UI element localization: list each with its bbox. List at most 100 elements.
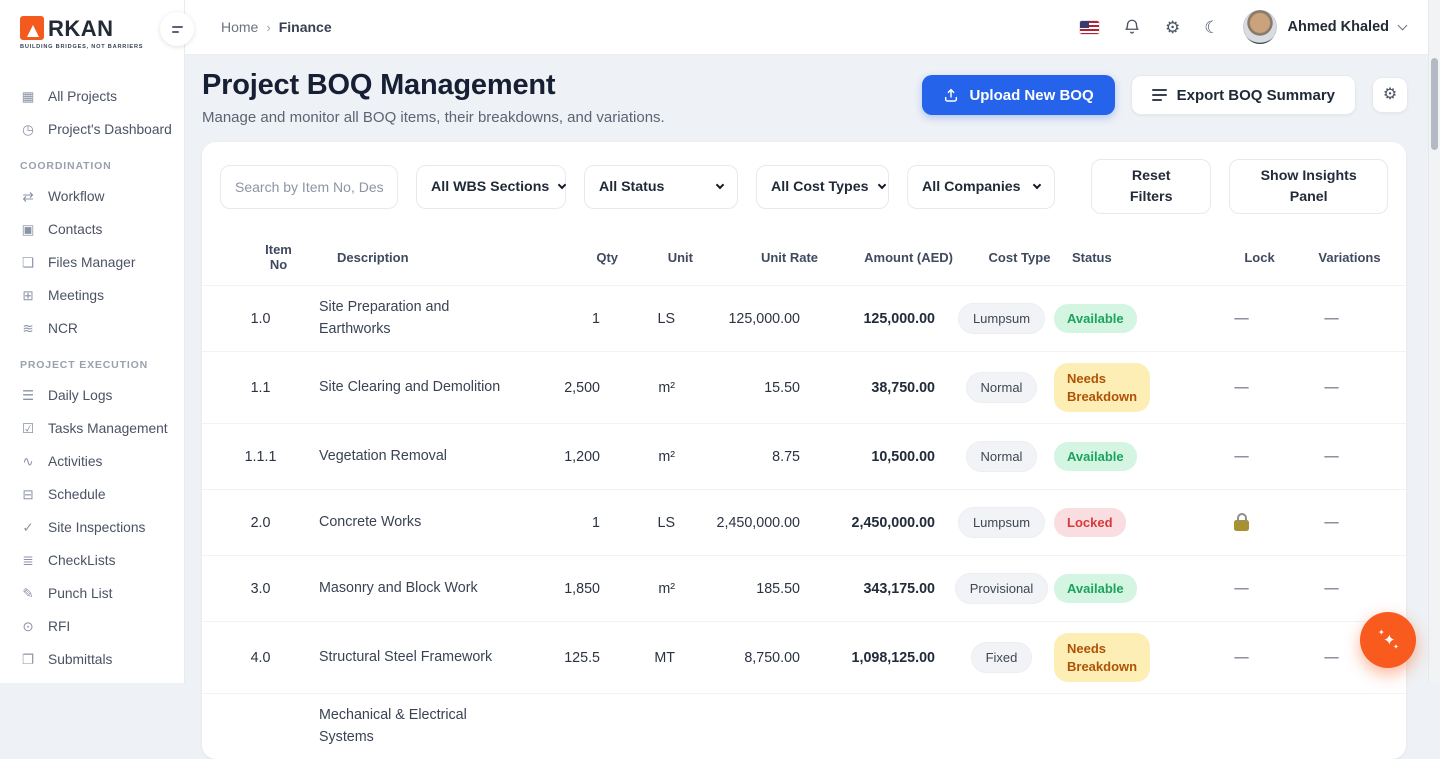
notifications-button[interactable] <box>1123 18 1141 36</box>
brand-mark-icon <box>20 16 44 40</box>
dark-mode-toggle[interactable]: ☾ <box>1204 19 1219 36</box>
cost-type-pill: Provisional <box>955 573 1049 604</box>
cell-qty: 125.5 <box>519 650 614 666</box>
cost-type-pill: Lumpsum <box>958 507 1045 538</box>
upload-new-boq-label: Upload New BOQ <box>969 87 1093 104</box>
sidebar-item-punch-list[interactable]: ✎Punch List <box>20 577 174 610</box>
gear-icon: ⚙ <box>1383 87 1397 103</box>
language-flag-icon[interactable] <box>1080 21 1099 34</box>
filter-select-wbs[interactable]: All WBS Sections <box>416 165 566 209</box>
column-header-lock: Lock <box>1212 250 1307 265</box>
sidebar-item-workflow[interactable]: ⇄Workflow <box>20 180 174 213</box>
show-insights-panel-button[interactable]: Show Insights Panel <box>1229 159 1388 214</box>
chevron-down-icon <box>877 181 885 189</box>
table-row[interactable]: 3.0Masonry and Block Work1,850m²185.5034… <box>202 555 1406 621</box>
table-row[interactable]: 2.0Concrete Works1LS2,450,000.002,450,00… <box>202 489 1406 555</box>
sidebar-item-checklists[interactable]: ≣CheckLists <box>20 544 174 577</box>
sidebar-item-tasks-management[interactable]: ☑Tasks Management <box>20 412 174 445</box>
reset-filters-button[interactable]: Reset Filters <box>1091 159 1211 214</box>
filter-select-companies[interactable]: All Companies <box>907 165 1055 209</box>
column-header-variations: Variations <box>1307 250 1392 265</box>
sidebar-item-project-s-dashboard[interactable]: ◷Project's Dashboard <box>20 113 174 146</box>
ai-assistant-fab[interactable]: ✦ ✦ ✦ <box>1360 612 1416 668</box>
cell-unit-rate: 185.50 <box>689 581 814 597</box>
sidebar-item-files-manager[interactable]: ❏ Files Manager <box>20 246 174 279</box>
page-subtitle: Manage and monitor all BOQ items, their … <box>202 109 665 126</box>
filter-select-value: All WBS Sections <box>431 179 549 195</box>
cost-type-pill: Lumpsum <box>958 303 1045 334</box>
status-badge: Available <box>1054 304 1137 333</box>
cost-type-pill: Normal <box>966 441 1038 472</box>
chevron-down-icon <box>558 181 566 189</box>
sidebar-item-label: CheckLists <box>48 553 115 568</box>
chevron-down-icon <box>716 181 724 189</box>
sidebar-item-label: Project's Dashboard <box>48 122 172 137</box>
status-badge: Available <box>1054 574 1137 603</box>
breadcrumb-home[interactable]: Home <box>221 19 258 35</box>
upload-new-boq-button[interactable]: Upload New BOQ <box>922 75 1114 115</box>
rfi-icon: ⊙ <box>20 620 36 634</box>
cell-qty: 1,200 <box>519 449 614 465</box>
cell-variations: — <box>1289 449 1374 465</box>
sidebar-item-rfi[interactable]: ⊙RFI <box>20 610 174 643</box>
table-row[interactable]: 1.0Site Preparation and Earthworks1LS125… <box>202 285 1406 351</box>
upload-icon <box>943 87 959 103</box>
table-row[interactable]: 4.0Structural Steel Framework125.5MT8,75… <box>202 621 1406 693</box>
cell-cost-type: Lumpsum <box>949 303 1054 334</box>
column-header-status: Status <box>1072 250 1212 265</box>
folder-icon: ❏ <box>20 256 36 270</box>
cell-variations: — <box>1289 581 1374 597</box>
status-badge: Needs Breakdown <box>1054 633 1150 682</box>
table-row[interactable]: 1.1Site Clearing and Demolition2,500m²15… <box>202 351 1406 423</box>
column-header-qty: Qty <box>537 250 632 265</box>
gear-icon: ⚙ <box>1165 19 1180 36</box>
cell-item-no: 1.1 <box>202 380 319 396</box>
sidebar-item-activities[interactable]: ∿Activities <box>20 445 174 478</box>
cell-amount: 343,175.00 <box>814 581 949 597</box>
table-settings-button[interactable]: ⚙ <box>1372 77 1408 113</box>
cell-description: Mechanical & Electrical Systems <box>319 705 519 748</box>
activities-icon: ∿ <box>20 455 36 469</box>
chevron-down-icon <box>1398 20 1408 30</box>
sidebar-item-daily-logs[interactable]: ☰Daily Logs <box>20 379 174 412</box>
dash: — <box>1324 449 1338 465</box>
export-boq-summary-button[interactable]: Export BOQ Summary <box>1131 75 1356 115</box>
scrollbar-track[interactable] <box>1428 0 1440 683</box>
sidebar-item-submittals[interactable]: ❐Submittals <box>20 643 174 676</box>
sidebar-item-contacts[interactable]: ▣Contacts <box>20 213 174 246</box>
cell-status: Locked <box>1054 508 1194 537</box>
column-header-unit-rate: Unit Rate <box>707 250 832 265</box>
user-menu[interactable]: Ahmed Khaled <box>1243 10 1406 44</box>
sidebar-item-site-inspections[interactable]: ✓Site Inspections <box>20 511 174 544</box>
table-row[interactable]: 1.1.1Vegetation Removal1,200m²8.7510,500… <box>202 423 1406 489</box>
table-row[interactable]: Mechanical & Electrical Systems <box>202 693 1406 759</box>
cell-unit: m² <box>614 380 689 396</box>
cell-unit-rate: 125,000.00 <box>689 311 814 327</box>
page-header: Project BOQ Management Manage and monito… <box>185 55 1428 142</box>
cell-amount: 2,450,000.00 <box>814 515 949 531</box>
user-name: Ahmed Khaled <box>1287 19 1389 35</box>
sidebar-item-schedule[interactable]: ⊟Schedule <box>20 478 174 511</box>
cell-lock: — <box>1194 449 1289 465</box>
column-header-cost-type: Cost Type <box>967 250 1072 265</box>
cell-description: Masonry and Block Work <box>319 578 519 599</box>
topbar: Home › Finance ⚙ ☾ Ahmed Khaled <box>185 0 1428 55</box>
submittals-icon: ❐ <box>20 653 36 667</box>
scrollbar-thumb[interactable] <box>1431 58 1438 150</box>
sidebar-item-label: Files Manager <box>48 255 135 270</box>
sidebar-item-ncr[interactable]: ≋NCR <box>20 312 174 345</box>
cell-lock: — <box>1194 581 1289 597</box>
dash: — <box>1324 581 1338 597</box>
search-input[interactable] <box>220 165 398 209</box>
sidebar-item-meetings[interactable]: ⊞Meetings <box>20 279 174 312</box>
bell-icon <box>1123 18 1141 36</box>
settings-button[interactable]: ⚙ <box>1165 19 1180 36</box>
filter-select-value: All Companies <box>922 179 1021 195</box>
sidebar-item-all-projects[interactable]: ▦All Projects <box>20 80 174 113</box>
cell-lock: — <box>1194 650 1289 666</box>
filter-select-cost-types[interactable]: All Cost Types <box>756 165 889 209</box>
filter-select-status[interactable]: All Status <box>584 165 738 209</box>
sidebar-collapse-button[interactable] <box>160 12 194 46</box>
punch-list-icon: ✎ <box>20 587 36 601</box>
cell-cost-type: Fixed <box>949 642 1054 673</box>
